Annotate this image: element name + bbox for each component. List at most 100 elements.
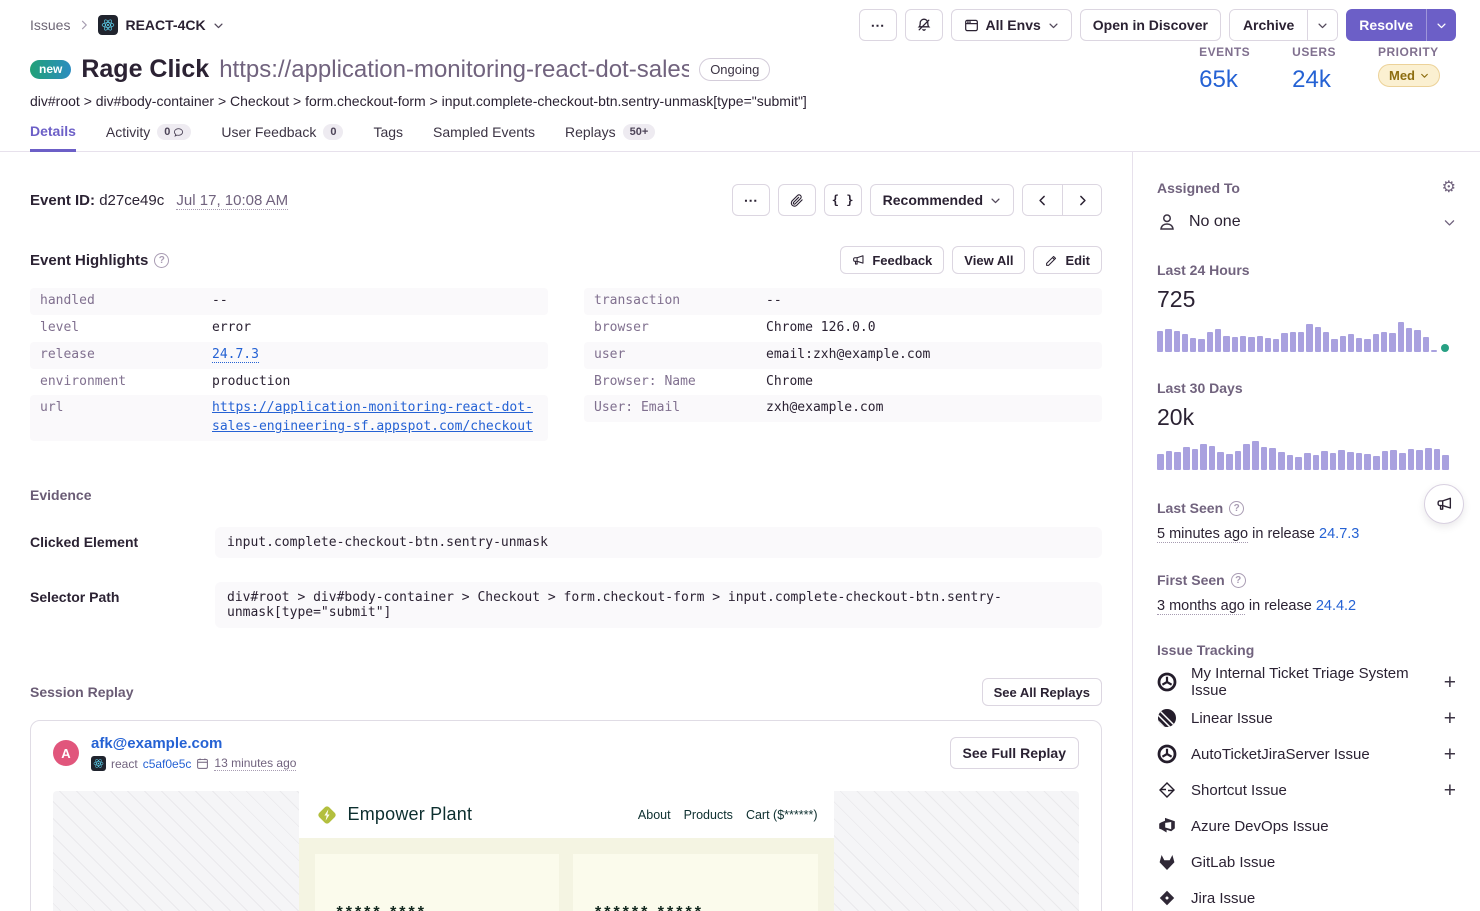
event-actions: ⋯ { } Recommended: [732, 184, 1102, 216]
tab-tags[interactable]: Tags: [373, 123, 403, 151]
chevron-right-icon: [78, 19, 90, 31]
event-more-button[interactable]: ⋯: [732, 184, 770, 216]
gear-icon[interactable]: ⚙: [1442, 180, 1456, 196]
last-24h-title: Last 24 Hours: [1157, 262, 1456, 278]
last-24h-chart: [1157, 322, 1449, 352]
event-nav-group: [1022, 184, 1102, 216]
tab-sampled-events[interactable]: Sampled Events: [433, 123, 535, 151]
breadcrumb-issues-link[interactable]: Issues: [30, 17, 70, 33]
replay-preview[interactable]: Empower Plant About Products Cart ($****…: [53, 791, 1079, 911]
tab-activity[interactable]: Activity 0: [106, 123, 191, 151]
floating-feedback-button[interactable]: [1424, 484, 1464, 524]
replayed-site: Empower Plant About Products Cart ($****…: [299, 791, 834, 911]
archive-button[interactable]: Archive: [1230, 10, 1307, 40]
issue-tracking-list: My Internal Ticket Triage System Issue +…: [1157, 664, 1456, 911]
view-all-button[interactable]: View All: [952, 246, 1025, 274]
issue-selector-path: div#root > div#body-container > Checkout…: [30, 93, 1450, 109]
priority-dropdown[interactable]: Med: [1378, 64, 1440, 87]
environment-filter-button[interactable]: All Envs: [951, 9, 1072, 41]
shortcut-icon: [1157, 780, 1177, 800]
tab-details[interactable]: Details: [30, 123, 76, 152]
pencil-icon: [1045, 254, 1058, 267]
url-link[interactable]: https://application-monitoring-react-dot…: [212, 400, 533, 434]
user-icon: [1157, 212, 1177, 232]
add-issue-button[interactable]: +: [1444, 780, 1456, 801]
issue-tracking-title: Issue Tracking: [1157, 642, 1456, 658]
see-all-replays-button[interactable]: See All Replays: [982, 678, 1102, 706]
more-actions-button[interactable]: ⋯: [859, 9, 897, 41]
list-item: My Internal Ticket Triage System Issue +: [1157, 664, 1456, 700]
table-row: release24.7.3: [30, 342, 548, 369]
site-nav-products: Products: [684, 808, 733, 822]
tab-replays[interactable]: Replays50+: [565, 123, 655, 151]
breadcrumb: Issues REACT-4CK: [30, 15, 224, 35]
list-item: GitLab Issue: [1157, 844, 1456, 880]
table-row: User: Emailzxh@example.com: [584, 395, 1102, 422]
first-seen-title: First Seen?: [1157, 572, 1456, 588]
clicked-element-label: Clicked Element: [30, 527, 215, 550]
list-item: Jira Issue: [1157, 880, 1456, 911]
events-stat-value[interactable]: 65k: [1199, 66, 1250, 94]
assignee-dropdown[interactable]: No one: [1157, 212, 1456, 232]
first-seen-release-link[interactable]: 24.4.2: [1316, 598, 1356, 614]
paperclip-icon: [789, 193, 804, 208]
topbar: Issues REACT-4CK ⋯ All Envs Open in Disc…: [0, 0, 1480, 45]
clicked-element-value: input.complete-checkout-btn.sentry-unmas…: [215, 527, 1102, 558]
open-in-discover-button[interactable]: Open in Discover: [1080, 9, 1221, 41]
calendar-icon: [196, 757, 209, 770]
webhook-icon: [1157, 744, 1177, 764]
help-icon[interactable]: ?: [1229, 501, 1244, 516]
replay-user-link[interactable]: afk@example.com: [91, 735, 222, 752]
site-nav-about: About: [638, 808, 671, 822]
react-project-icon: [91, 756, 106, 771]
mute-alerts-button[interactable]: [905, 9, 943, 41]
add-issue-button[interactable]: +: [1444, 744, 1456, 765]
see-full-replay-button[interactable]: See Full Replay: [950, 737, 1079, 769]
priority-value: Med: [1389, 68, 1415, 83]
replay-id-link[interactable]: c5af0e5c: [143, 757, 192, 771]
last-30d-chart: [1157, 440, 1449, 470]
users-stat-value[interactable]: 24k: [1292, 66, 1336, 94]
issue-stats: EVENTS 65k USERS 24k PRIORITY Med: [1199, 45, 1440, 94]
replay-project-name: react: [111, 757, 138, 771]
session-replay-title: Session Replay: [30, 684, 134, 700]
event-timestamp[interactable]: Jul 17, 10:08 AM: [176, 192, 288, 210]
avatar: A: [53, 740, 79, 766]
feedback-button[interactable]: Feedback: [840, 246, 944, 274]
assigned-to-title: Assigned To: [1157, 180, 1240, 196]
table-row: levelerror: [30, 315, 548, 342]
react-project-icon: [98, 15, 118, 35]
list-item: AutoTicketJiraServer Issue +: [1157, 736, 1456, 772]
priority-stat-label: PRIORITY: [1378, 45, 1440, 59]
jira-icon: [1157, 888, 1177, 908]
resolve-dropdown-button[interactable]: [1426, 9, 1456, 41]
last-seen-release-link[interactable]: 24.7.3: [1319, 526, 1359, 542]
archive-split-button: Archive: [1229, 9, 1338, 41]
webhook-icon: [1157, 672, 1177, 692]
next-event-button[interactable]: [1062, 185, 1101, 215]
project-selector[interactable]: REACT-4CK: [98, 15, 223, 35]
table-row: environmentproduction: [30, 369, 548, 396]
priority-stat: PRIORITY Med: [1378, 45, 1440, 94]
json-button[interactable]: { }: [824, 184, 862, 216]
table-row: transaction--: [584, 288, 1102, 315]
table-row: browserChrome 126.0.0: [584, 315, 1102, 342]
archive-dropdown-button[interactable]: [1307, 10, 1337, 40]
release-link[interactable]: 24.7.3: [212, 347, 259, 363]
attachments-button[interactable]: [778, 184, 816, 216]
add-issue-button[interactable]: +: [1444, 672, 1456, 693]
resolve-button[interactable]: Resolve: [1346, 9, 1426, 41]
recommended-event-dropdown[interactable]: Recommended: [870, 184, 1014, 216]
tab-user-feedback[interactable]: User Feedback0: [221, 123, 343, 151]
help-icon[interactable]: ?: [154, 253, 169, 268]
product-card: ***** **** *** **** **** *** ******* Add…: [315, 854, 560, 911]
edit-button[interactable]: Edit: [1033, 246, 1102, 274]
list-item: Shortcut Issue +: [1157, 772, 1456, 808]
add-issue-button[interactable]: +: [1444, 708, 1456, 729]
table-row: useremail:zxh@example.com: [584, 342, 1102, 369]
previous-event-button[interactable]: [1023, 185, 1062, 215]
issue-header: new Rage Click https://application-monit…: [0, 45, 1480, 109]
site-brand: Empower Plant: [348, 804, 473, 825]
replay-time-ago[interactable]: 13 minutes ago: [214, 756, 296, 771]
help-icon[interactable]: ?: [1231, 573, 1246, 588]
